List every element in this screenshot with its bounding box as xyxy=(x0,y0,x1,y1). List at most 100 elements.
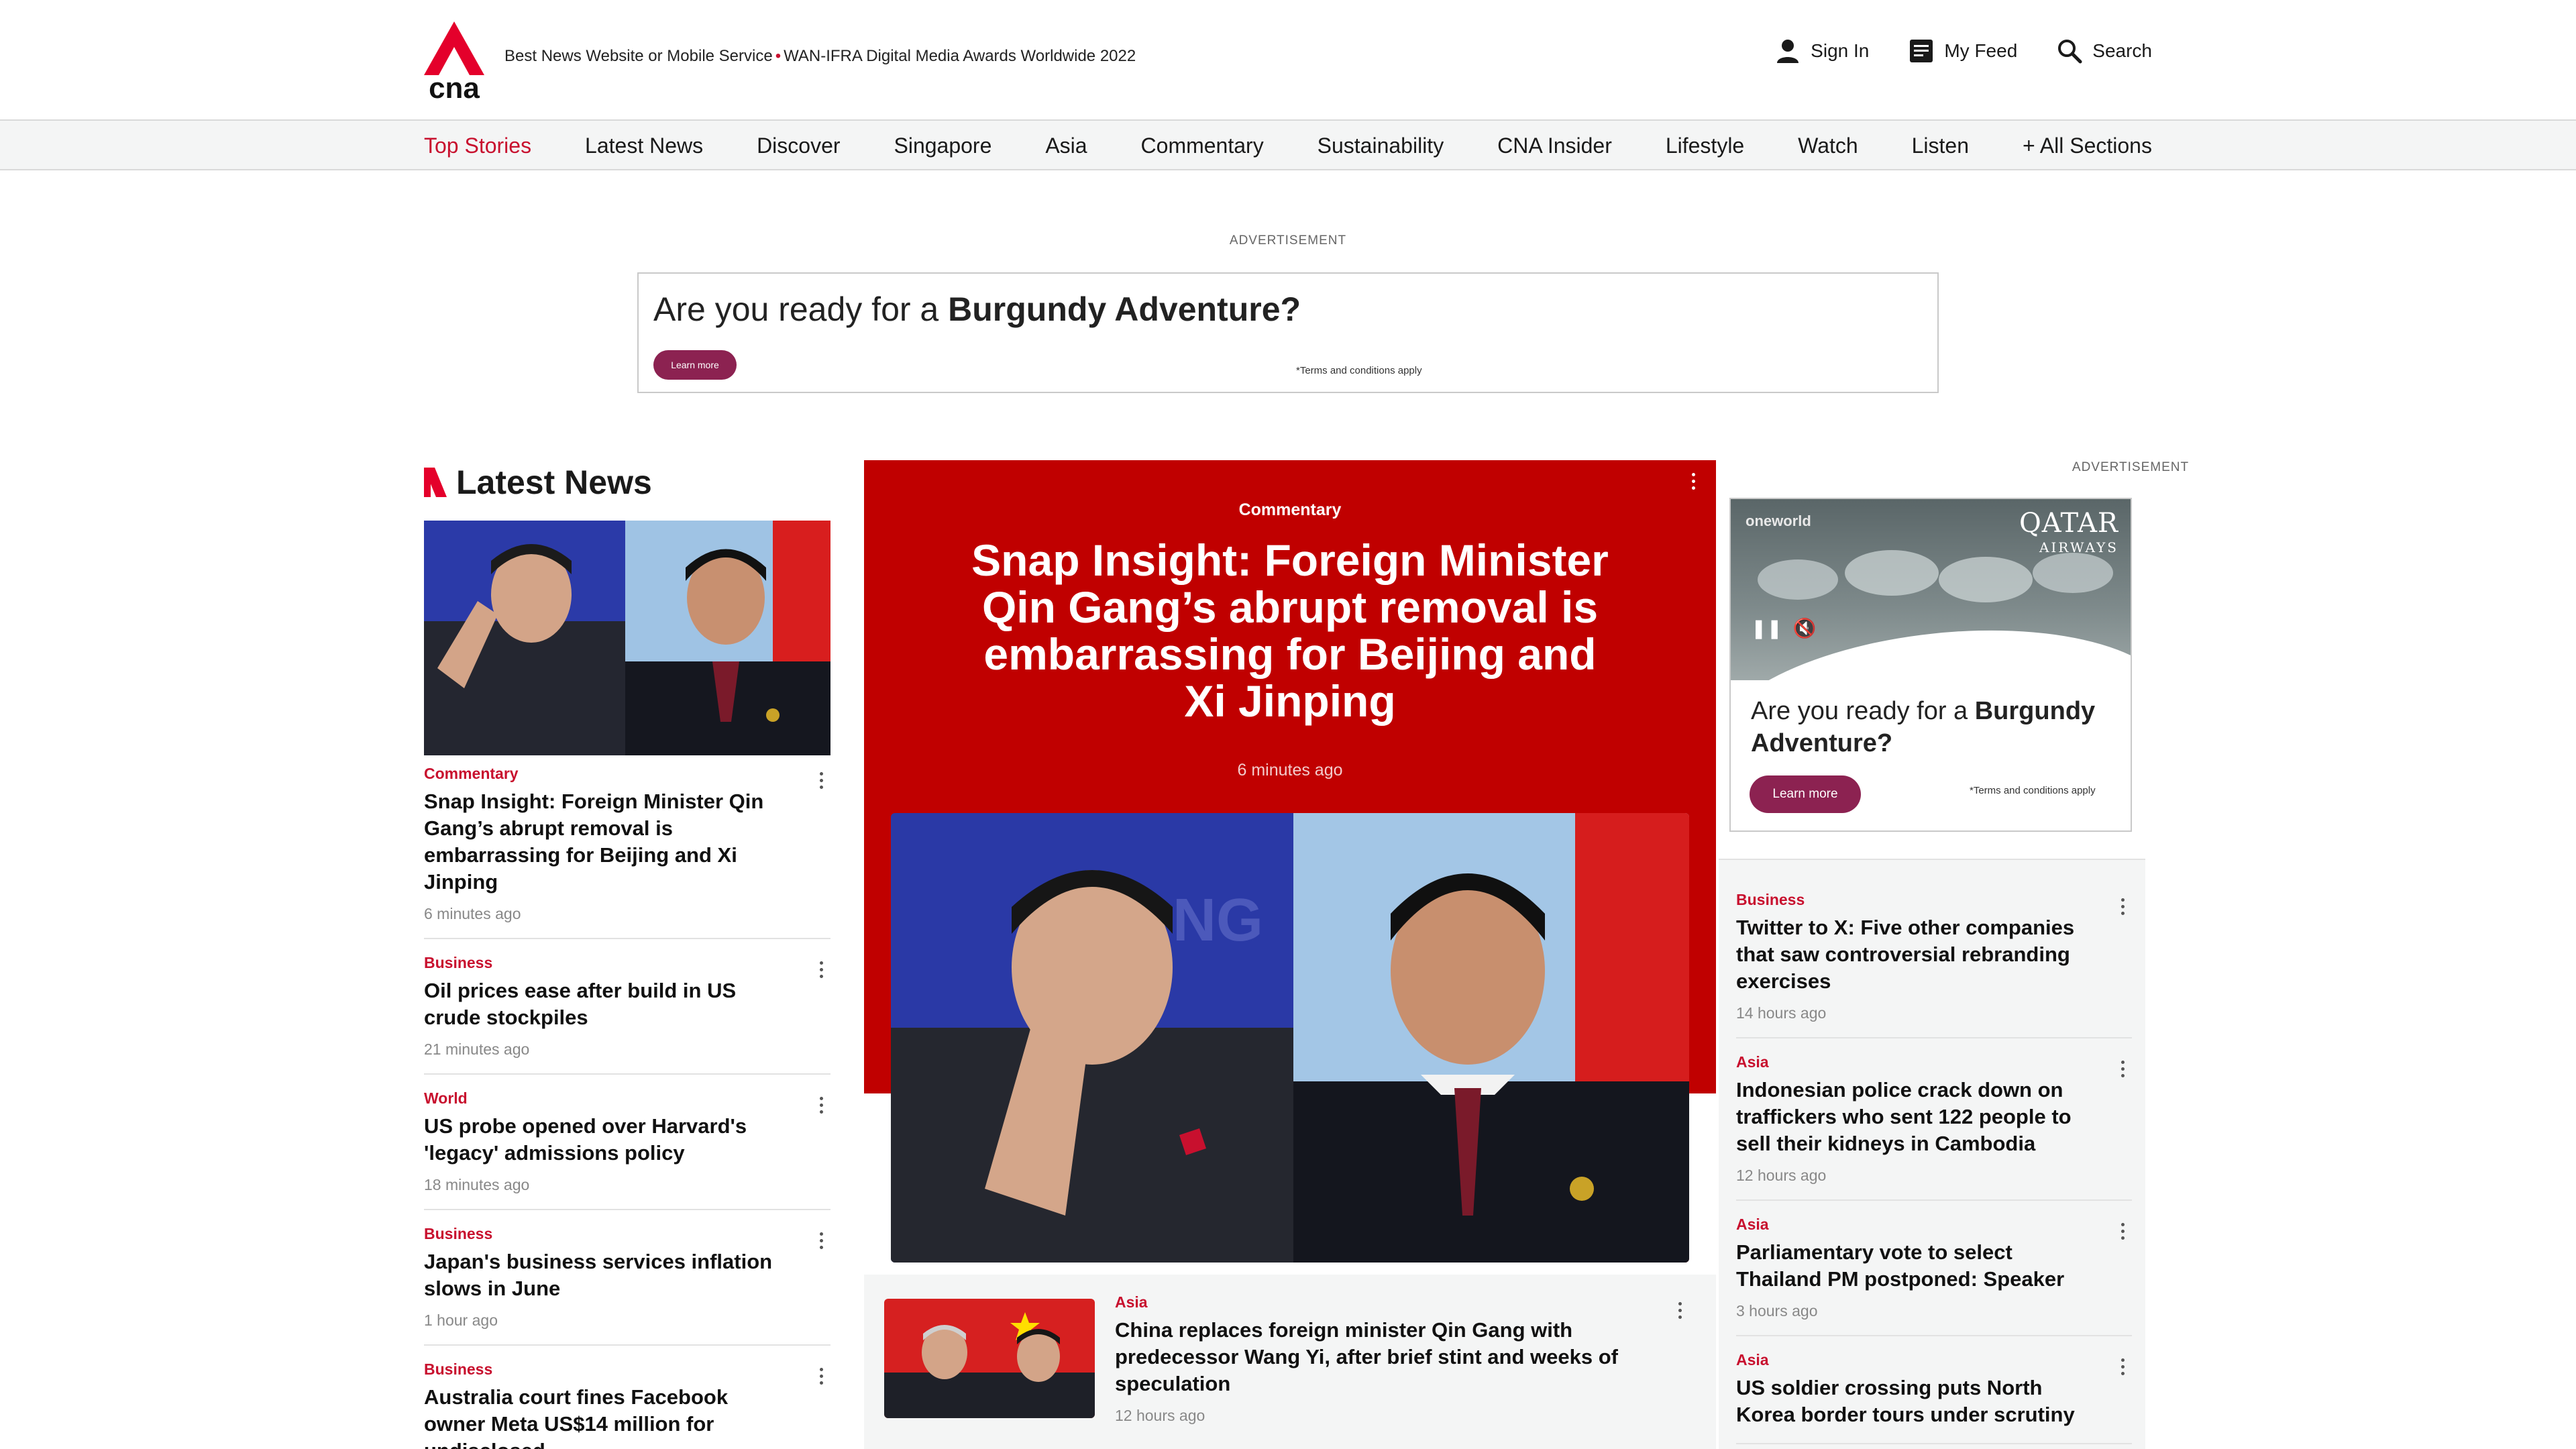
story-title[interactable]: Snap Insight: Foreign Minister Qin Gang’… xyxy=(424,788,773,896)
search-label: Search xyxy=(2092,40,2152,61)
nav-sustainability[interactable]: Sustainability xyxy=(1318,133,1444,158)
more-options-icon[interactable] xyxy=(2116,1059,2129,1079)
nav-listen[interactable]: Listen xyxy=(1912,133,1969,158)
nav-watch[interactable]: Watch xyxy=(1798,133,1858,158)
top-ad-learn-more-button[interactable]: Learn more xyxy=(653,350,737,380)
latest-story[interactable]: World US probe opened over Harvard's 'le… xyxy=(424,1089,830,1210)
right-story[interactable]: Asia US soldier crossing puts North Kore… xyxy=(1736,1351,2132,1444)
more-options-icon[interactable] xyxy=(814,1366,828,1386)
svg-text:NG: NG xyxy=(1173,887,1263,954)
featured-photo: NG xyxy=(891,813,1689,1263)
site-header: cna Best News Website or Mobile Service •… xyxy=(0,0,2576,121)
search-icon xyxy=(2058,40,2082,64)
story-category[interactable]: Commentary xyxy=(424,765,830,783)
story-title[interactable]: Twitter to X: Five other companies that … xyxy=(1736,914,2085,995)
story-time: 3 hours ago xyxy=(1736,1302,1818,1320)
story-time: 6 minutes ago xyxy=(424,905,521,922)
story-category[interactable]: Business xyxy=(1736,891,2132,909)
right-story[interactable]: Asia Parliamentary vote to select Thaila… xyxy=(1736,1216,2132,1336)
top-ad-question-bold: Burgundy Adventure? xyxy=(948,290,1301,328)
right-sidebar-ad[interactable]: oneworld QATAR AIRWAYS ❚❚ 🔇 Are you ready… xyxy=(1729,498,2132,832)
latest-story[interactable]: Business Australia court fines Facebook … xyxy=(424,1360,830,1449)
right-story[interactable]: Business Twitter to X: Five other compan… xyxy=(1736,891,2132,1038)
top-banner-ad[interactable]: Are you ready for a Burgundy Adventure? … xyxy=(637,272,1939,393)
my-feed-button[interactable]: My Feed xyxy=(1908,38,2017,64)
story-title[interactable]: Indonesian police crack down on traffick… xyxy=(1736,1077,2085,1157)
nav-lifestyle[interactable]: Lifestyle xyxy=(1666,133,1744,158)
ad-video-controls[interactable]: ❚❚ 🔇 xyxy=(1751,617,1816,639)
sub-story-time: 12 hours ago xyxy=(1115,1407,1205,1424)
story-title[interactable]: Japan's business services inflation slow… xyxy=(424,1248,773,1302)
nav-top-stories[interactable]: Top Stories xyxy=(424,133,531,158)
story-category[interactable]: Business xyxy=(424,954,830,972)
more-options-icon[interactable] xyxy=(814,1230,828,1250)
right-ad-learn-more-button[interactable]: Learn more xyxy=(1750,775,1861,813)
section-mark-icon xyxy=(424,468,447,497)
story-category[interactable]: Business xyxy=(424,1360,830,1379)
my-feed-label: My Feed xyxy=(1944,40,2018,61)
more-options-icon[interactable] xyxy=(2116,1356,2129,1377)
nav-commentary[interactable]: Commentary xyxy=(1141,133,1264,158)
brand-sub: AIRWAYS xyxy=(2039,539,2118,555)
nav-singapore[interactable]: Singapore xyxy=(894,133,991,158)
more-options-icon[interactable] xyxy=(1673,1300,1686,1320)
nav-cna-insider[interactable]: CNA Insider xyxy=(1497,133,1612,158)
sub-story-title[interactable]: China replaces foreign minister Qin Gang… xyxy=(1115,1317,1652,1397)
latest-story[interactable]: Commentary Snap Insight: Foreign Ministe… xyxy=(424,765,830,939)
nav-asia[interactable]: Asia xyxy=(1045,133,1087,158)
sub-story-image[interactable] xyxy=(884,1299,1095,1418)
story-title[interactable]: Parliamentary vote to select Thailand PM… xyxy=(1736,1239,2085,1293)
right-ad-question-prefix: Are you ready for a xyxy=(1751,697,1975,725)
top-ad-terms: *Terms and conditions apply xyxy=(1296,365,1422,376)
nav-latest-news[interactable]: Latest News xyxy=(585,133,703,158)
story-category[interactable]: Asia xyxy=(1736,1351,2132,1369)
sub-story-category[interactable]: Asia xyxy=(1115,1293,1652,1311)
lead-photo xyxy=(424,521,830,755)
featured-story-image[interactable]: NG xyxy=(891,813,1689,1263)
latest-story[interactable]: Business Japan's business services infla… xyxy=(424,1225,830,1346)
story-time: 1 hour ago xyxy=(424,1311,498,1329)
search-button[interactable]: Search xyxy=(2056,38,2152,64)
user-icon xyxy=(1777,40,1799,63)
header-actions: Sign In My Feed Search xyxy=(1774,38,2152,64)
award-right: WAN-IFRA Digital Media Awards Worldwide … xyxy=(784,47,1136,65)
featured-more-options-icon[interactable] xyxy=(1686,471,1700,491)
nav-all-sections[interactable]: + All Sections xyxy=(2023,133,2152,158)
right-ad-terms: *Terms and conditions apply xyxy=(1970,785,2096,796)
right-ad-label: ADVERTISEMENT xyxy=(2072,460,2190,474)
mute-icon[interactable]: 🔇 xyxy=(1792,618,1816,639)
right-story[interactable]: Asia Indonesian police crack down on tra… xyxy=(1736,1053,2132,1201)
sign-in-button[interactable]: Sign In xyxy=(1774,38,1869,64)
story-time: 21 minutes ago xyxy=(424,1040,530,1058)
more-options-icon[interactable] xyxy=(814,770,828,790)
latest-story[interactable]: Business Oil prices ease after build in … xyxy=(424,954,830,1075)
latest-news-column: Latest News Commentary Snap Insight: For… xyxy=(424,463,830,1449)
right-story-list: Business Twitter to X: Five other compan… xyxy=(1719,859,2145,1449)
featured-category[interactable]: Commentary xyxy=(864,500,1716,520)
story-time: 12 hours ago xyxy=(1736,1167,1827,1184)
pause-icon[interactable]: ❚❚ xyxy=(1751,618,1782,639)
story-category[interactable]: World xyxy=(424,1089,830,1108)
lead-story-image[interactable] xyxy=(424,521,830,755)
award-dot: • xyxy=(775,47,782,65)
story-category[interactable]: Asia xyxy=(1736,1216,2132,1234)
story-title[interactable]: US soldier crossing puts North Korea bor… xyxy=(1736,1375,2085,1428)
story-category[interactable]: Asia xyxy=(1736,1053,2132,1071)
story-category[interactable]: Business xyxy=(424,1225,830,1243)
story-title[interactable]: Oil prices ease after build in US crude … xyxy=(424,977,773,1031)
nav-discover[interactable]: Discover xyxy=(757,133,840,158)
more-options-icon[interactable] xyxy=(2116,1221,2129,1241)
latest-news-heading: Latest News xyxy=(456,464,652,501)
sub-story-photo xyxy=(884,1299,1095,1418)
story-time: 14 hours ago xyxy=(1736,1004,1827,1022)
more-options-icon[interactable] xyxy=(2116,896,2129,916)
more-options-icon[interactable] xyxy=(814,959,828,979)
featured-title[interactable]: Snap Insight: Foreign Minister Qin Gang’… xyxy=(966,537,1614,724)
story-title[interactable]: Australia court fines Facebook owner Met… xyxy=(424,1384,773,1449)
oneworld-logo: oneworld xyxy=(1746,513,1811,529)
more-options-icon[interactable] xyxy=(814,1095,828,1115)
story-title[interactable]: US probe opened over Harvard's 'legacy' … xyxy=(424,1113,773,1167)
top-ad-question-prefix: Are you ready for a xyxy=(653,290,949,328)
sub-story-card[interactable]: Asia China replaces foreign minister Qin… xyxy=(864,1275,1716,1449)
cna-logo[interactable]: cna xyxy=(424,21,484,99)
